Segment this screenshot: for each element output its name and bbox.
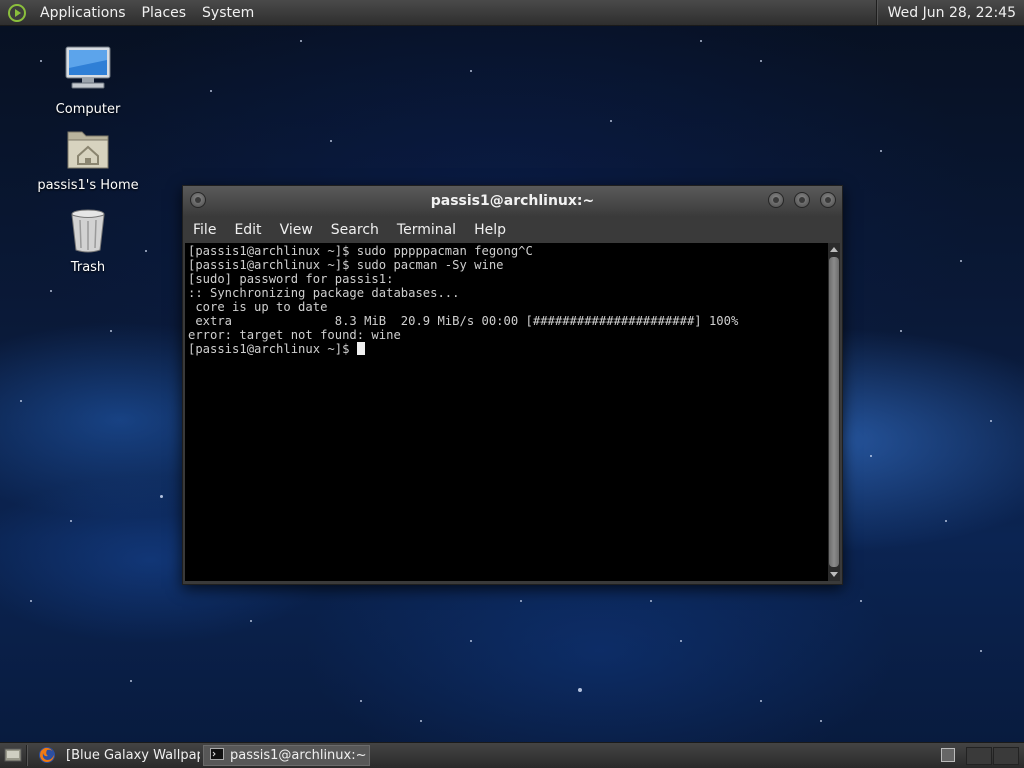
clock-area[interactable]: Wed Jun 28, 22:45	[868, 0, 1024, 25]
desktop-icon-computer[interactable]: Computer	[33, 44, 143, 117]
menu-search[interactable]: Search	[322, 222, 388, 238]
arch-logo-icon[interactable]	[8, 3, 26, 22]
window-title: passis1@archlinux:~	[430, 193, 595, 209]
workspace-2[interactable]	[966, 747, 992, 765]
home-folder-icon	[67, 131, 109, 169]
panel-separator	[26, 745, 28, 766]
menu-system[interactable]: System	[194, 5, 262, 21]
terminal-line: core is up to date	[188, 300, 328, 314]
desktop-icon-home[interactable]: passis1's Home	[33, 126, 143, 193]
desktop-icon-label: Computer	[55, 102, 121, 117]
menu-applications[interactable]: Applications	[32, 5, 134, 21]
terminal-window: passis1@archlinux:~ File Edit View Searc…	[182, 185, 843, 585]
text-cursor	[356, 342, 365, 355]
minimize-button[interactable]	[768, 192, 784, 208]
terminal-scrollbar[interactable]	[828, 243, 840, 581]
bottom-panel: [Blue Galaxy Wallpap... passis1@archlinu…	[0, 742, 1024, 768]
terminal-output[interactable]: [passis1@archlinux ~]$ sudo pppppacman f…	[185, 243, 828, 581]
terminal-prompt-line[interactable]: [passis1@archlinux ~]$	[188, 342, 828, 356]
terminal-icon	[210, 747, 224, 764]
menu-edit[interactable]: Edit	[225, 222, 270, 238]
terminal-line: [sudo] password for passis1:	[188, 272, 394, 286]
terminal-prompt: [passis1@archlinux ~]$	[188, 342, 357, 356]
close-button[interactable]	[820, 192, 836, 208]
scroll-down-arrow-icon[interactable]	[830, 572, 838, 577]
menu-terminal[interactable]: Terminal	[388, 222, 465, 238]
menu-file[interactable]: File	[183, 222, 225, 238]
workspace-3[interactable]	[993, 747, 1019, 765]
taskbar-item-terminal[interactable]: passis1@archlinux:~	[203, 745, 370, 766]
terminal-line: [passis1@archlinux ~]$ sudo pppppacman f…	[188, 244, 533, 258]
firefox-launcher-icon[interactable]	[38, 746, 56, 768]
maximize-button[interactable]	[794, 192, 810, 208]
terminal-line: extra 8.3 MiB 20.9 MiB/s 00:00 [########…	[188, 314, 739, 328]
workspace-switcher[interactable]	[941, 748, 955, 762]
show-desktop-icon[interactable]	[4, 747, 22, 767]
menu-view[interactable]: View	[271, 222, 322, 238]
computer-icon	[65, 46, 111, 89]
desktop-icon-trash[interactable]: Trash	[33, 206, 143, 275]
terminal-line: :: Synchronizing package databases...	[188, 286, 460, 300]
clock[interactable]: Wed Jun 28, 22:45	[878, 5, 1020, 21]
taskbar-item-firefox[interactable]: [Blue Galaxy Wallpap...	[60, 745, 200, 766]
trash-icon	[71, 209, 105, 253]
taskbar-label: [Blue Galaxy Wallpap...	[66, 748, 200, 763]
desktop-icon-label: passis1's Home	[37, 178, 139, 193]
terminal-line: error: target not found: wine	[188, 328, 401, 342]
scrollbar-thumb[interactable]	[829, 257, 839, 567]
top-panel: Applications Places System Wed Jun 28, 2…	[0, 0, 1024, 26]
menu-places[interactable]: Places	[134, 5, 195, 21]
window-titlebar[interactable]: passis1@archlinux:~	[183, 186, 842, 216]
terminal-menubar: File Edit View Search Terminal Help	[183, 216, 842, 243]
scroll-up-arrow-icon[interactable]	[830, 247, 838, 252]
menu-help[interactable]: Help	[465, 222, 515, 238]
terminal-line: [passis1@archlinux ~]$ sudo pacman -Sy w…	[188, 258, 504, 272]
desktop-icon-label: Trash	[70, 260, 106, 275]
taskbar-label: passis1@archlinux:~	[230, 748, 367, 763]
